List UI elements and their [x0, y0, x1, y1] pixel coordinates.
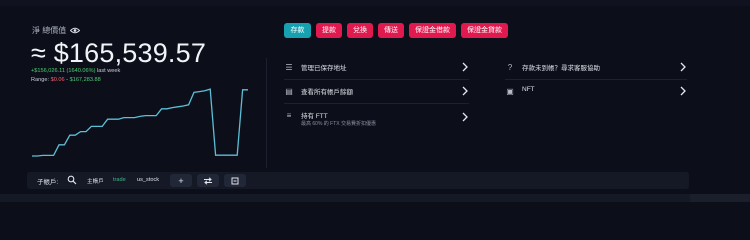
row-divider: [284, 103, 469, 104]
tab-trade[interactable]: trade: [113, 177, 126, 183]
margin-lend-button[interactable]: 保證金貸款: [461, 23, 508, 38]
withdraw-button[interactable]: 提款: [316, 23, 342, 38]
weekly-change: +$156,026.11 (1640.06%) last week: [31, 68, 120, 74]
chevron-right-icon: [680, 62, 686, 72]
scrollbar-corner: [690, 194, 750, 202]
balance-line: [32, 88, 248, 157]
plus-icon: +: [178, 175, 184, 186]
balance-header: 淨 總價值: [32, 25, 81, 36]
subaccount-toolbar: 子帳戶: 主帳戶 trade us_stock +: [27, 172, 689, 189]
change-value: +$156,026.11 (1640.06%): [31, 68, 96, 74]
add-subaccount-button[interactable]: +: [170, 174, 192, 187]
menu-hold-ftt[interactable]: ≡ 持有 FTT 最高 60% 的 FTX 交易費折扣優惠: [284, 108, 469, 132]
menu-subtext: 最高 60% 的 FTX 交易費折扣優惠: [301, 121, 377, 127]
deposit-button[interactable]: 存款: [284, 23, 311, 38]
ftt-logo-icon: ≡: [286, 111, 292, 120]
range-label: Range:: [31, 77, 50, 83]
range-low: $0.06: [50, 77, 65, 83]
chevron-right-icon: [462, 86, 468, 96]
ledger-icon: ▤: [285, 87, 293, 96]
chevron-right-icon: [462, 112, 468, 122]
menu-label: NFT: [522, 86, 535, 93]
action-buttons: 存款 提款 兌換 傳送 保證金借款 保證金貸款: [284, 23, 508, 38]
balance-label: 淨 總價值: [32, 26, 67, 35]
send-button[interactable]: 傳送: [378, 23, 404, 38]
swap-icon: [204, 176, 212, 185]
row-divider: [284, 79, 469, 80]
menu-label: 管理已保存地址: [301, 65, 347, 72]
tab-main-account[interactable]: 主帳戶: [87, 177, 104, 185]
chevron-right-icon: [462, 62, 468, 72]
settings-box-icon: [231, 177, 239, 184]
checklist-icon: ☰: [285, 63, 293, 72]
transfer-button[interactable]: [197, 174, 219, 187]
menu-label: 查看所有帳戶餘額: [301, 89, 353, 96]
menu-label: 存款未到帳？尋求客服協助: [522, 65, 600, 72]
help-icon: ?: [507, 63, 513, 72]
footer-strip: [0, 194, 750, 202]
menu-nft[interactable]: ▣ NFT: [505, 84, 687, 106]
convert-button[interactable]: 兌換: [347, 23, 373, 38]
image-icon: ▣: [506, 87, 514, 96]
search-icon[interactable]: [67, 175, 77, 185]
chevron-right-icon: [680, 86, 686, 96]
margin-borrow-button[interactable]: 保證金借款: [409, 23, 456, 38]
section-divider: [266, 58, 267, 168]
top-bar: [0, 0, 750, 6]
subaccount-label: 子帳戶:: [37, 179, 59, 186]
balance-chart: [32, 88, 248, 157]
range-line: Range: $0.06 - $167,283.88: [31, 77, 101, 83]
manage-subaccounts-button[interactable]: [224, 174, 246, 187]
tab-us-stock[interactable]: us_stock: [137, 177, 159, 183]
row-divider: [505, 79, 687, 80]
menu-label: 持有 FTT: [301, 113, 328, 120]
range-high: $167,283.88: [69, 77, 101, 83]
eye-icon[interactable]: [70, 27, 81, 34]
total-balance: ≈ $165,539.57: [31, 38, 207, 68]
change-period: last week: [97, 68, 121, 74]
